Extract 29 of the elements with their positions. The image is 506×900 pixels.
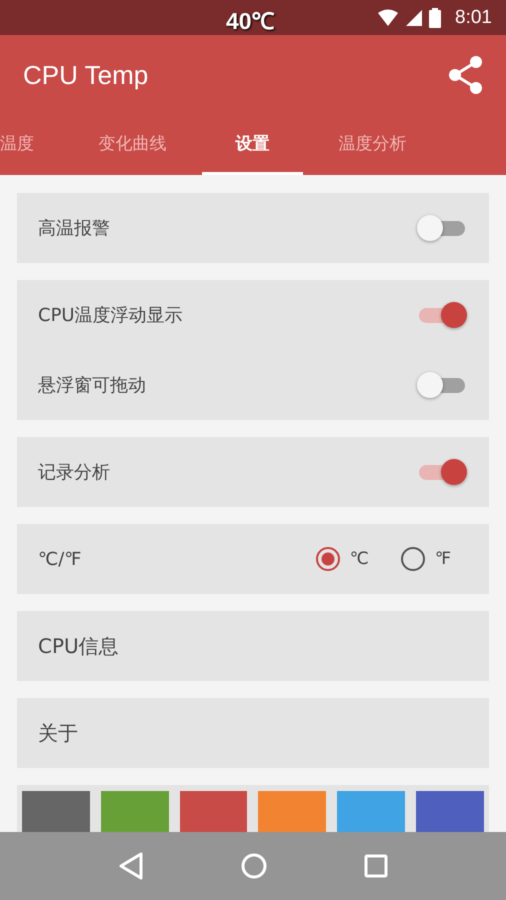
radio-label: ℉ (434, 549, 451, 569)
back-icon[interactable] (118, 851, 144, 881)
signal-icon (405, 8, 424, 26)
tab[interactable]: 温度 (0, 115, 63, 175)
settings-link[interactable]: CPU信息 (17, 611, 489, 681)
setting-label: 记录分析 (38, 461, 110, 484)
tab[interactable]: 变化曲线 (82, 115, 183, 175)
radio-button[interactable] (400, 547, 425, 571)
wifi-icon (377, 8, 400, 26)
setting-label: ℃/℉ (38, 548, 82, 570)
settings-link[interactable]: 关于 (17, 698, 489, 768)
toggle-switch[interactable] (417, 214, 467, 242)
setting-label: 悬浮窗可拖动 (38, 374, 146, 397)
toggle-switch[interactable] (417, 458, 467, 486)
radio-button[interactable] (316, 547, 340, 571)
radio-label: ℃ (350, 549, 369, 569)
home-icon[interactable] (240, 853, 267, 879)
setting-label: 高温报警 (38, 217, 110, 240)
clock: 8:01 (455, 6, 492, 28)
temperature-reading: 40℃ (226, 7, 275, 36)
setting-label: CPU温度浮动显示 (38, 304, 183, 327)
toggle-switch[interactable] (417, 371, 467, 399)
tab[interactable]: 设置 (202, 115, 303, 175)
app-title: CPU Temp (23, 60, 148, 90)
battery-icon (429, 8, 442, 28)
toggle-switch[interactable] (417, 301, 467, 329)
recent-apps-icon[interactable] (364, 854, 388, 878)
tab[interactable]: 温度分析 (322, 115, 423, 175)
share-icon[interactable] (448, 55, 484, 95)
